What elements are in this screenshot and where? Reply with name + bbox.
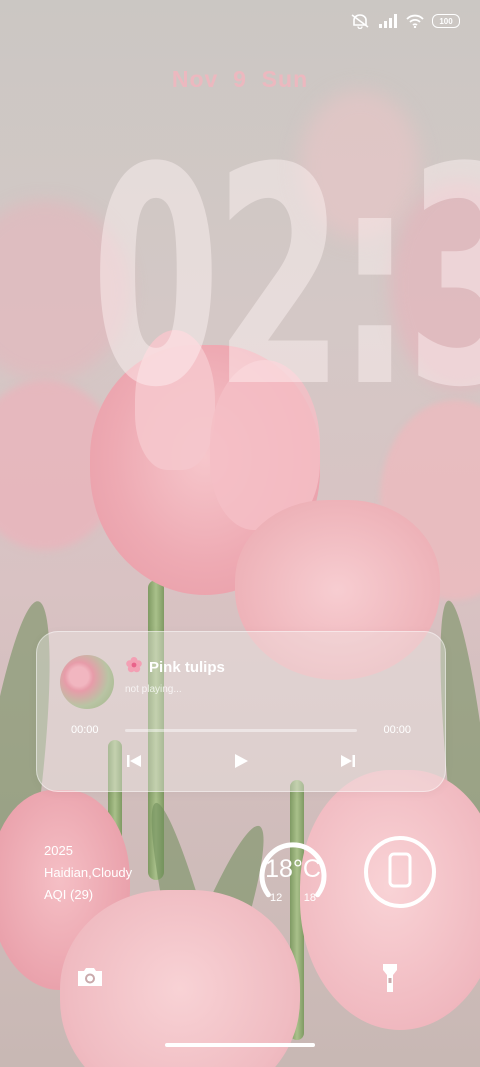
dnd-off-icon (350, 13, 370, 29)
status-bar: 100 (350, 10, 460, 32)
weather-year: 2025 (44, 843, 73, 858)
previous-icon (126, 754, 142, 773)
song-info: Pink tulips (125, 656, 225, 679)
temperature-current: 18°C (265, 855, 321, 883)
next-button[interactable] (337, 752, 359, 774)
battery-icon: 100 (432, 14, 460, 28)
flashlight-icon (380, 964, 400, 998)
weather-aqi: AQI (29) (44, 887, 94, 902)
phone-icon (388, 852, 412, 893)
play-icon (233, 753, 249, 774)
weather-widget[interactable]: 2025 Haidian,Cloudy AQI (29) (44, 840, 132, 906)
album-art (60, 655, 114, 709)
camera-icon (76, 968, 104, 992)
wifi-icon (406, 14, 424, 28)
cellular-signal-icon (378, 14, 398, 28)
flashlight-shortcut[interactable] (380, 962, 400, 999)
temperature-high: 18 (303, 892, 316, 904)
camera-shortcut[interactable] (76, 966, 104, 993)
temperature-low: 12 (270, 892, 283, 904)
phone-widget[interactable] (364, 836, 436, 908)
song-title: Pink tulips (149, 659, 225, 676)
previous-button[interactable] (123, 752, 145, 774)
temperature-range: 12 18 (256, 892, 330, 904)
home-indicator[interactable] (165, 1043, 315, 1047)
play-button[interactable] (230, 752, 252, 774)
weather-location: Haidian,Cloudy (44, 865, 133, 880)
playback-status: not playing... (125, 684, 182, 695)
lock-clock: 02:36 (91, 104, 480, 453)
flower-icon (125, 656, 143, 679)
progress-bar[interactable] (125, 729, 357, 732)
duration-time: 00:00 (383, 724, 411, 736)
music-widget[interactable]: Pink tulips not playing... 00:00 00:00 (36, 631, 446, 792)
elapsed-time: 00:00 (71, 724, 99, 736)
next-icon (340, 754, 356, 773)
